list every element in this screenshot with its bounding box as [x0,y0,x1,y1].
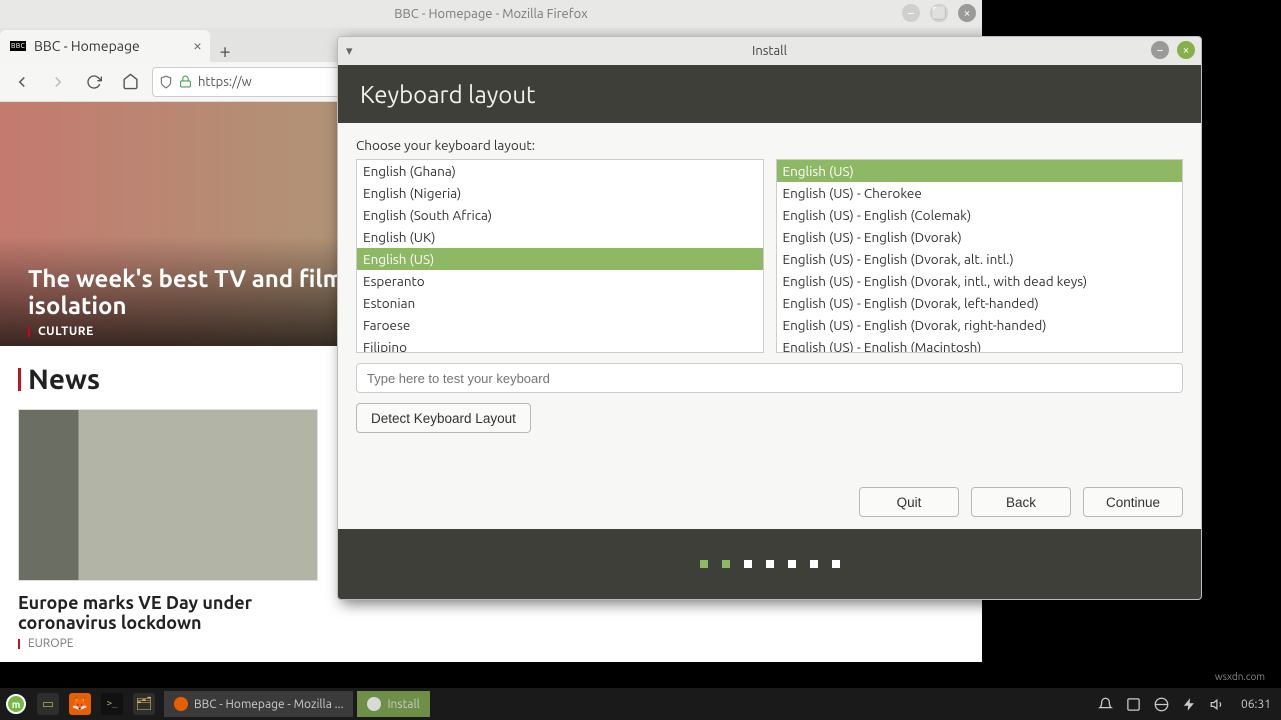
tab-title: BBC - Homepage [34,38,140,54]
notifications-icon[interactable] [1097,695,1115,713]
keyboard-variant-list[interactable]: English (US)English (US) - CherokeeEngli… [776,159,1184,353]
layout-option[interactable]: Filipino [357,336,763,353]
layout-option[interactable]: English (Ghana) [357,160,763,182]
install-minimize-button[interactable]: – [1151,41,1169,59]
variant-option[interactable]: English (US) - English (Macintosh) [777,336,1183,353]
volume-icon[interactable] [1209,695,1227,713]
layout-option[interactable]: English (Nigeria) [357,182,763,204]
install-progress-dots [338,529,1201,599]
task-install[interactable]: Install [357,691,429,717]
firefox-maximize-button[interactable]: ⬜ [930,4,948,22]
quit-button[interactable]: Quit [859,487,959,517]
news-card-category: EUROPE [18,637,964,650]
url-text: https://w [198,75,252,89]
new-tab-button[interactable]: + [210,39,240,62]
window-menu-icon[interactable]: ▾ [346,44,353,59]
layout-option[interactable]: Esperanto [357,270,763,292]
layout-option[interactable]: English (South Africa) [357,204,763,226]
files-launcher-icon[interactable]: 🗂 [128,688,160,720]
continue-button[interactable]: Continue [1083,487,1183,517]
network-icon[interactable] [1153,695,1171,713]
forward-button [44,68,72,96]
detect-keyboard-button[interactable]: Detect Keyboard Layout [356,403,531,433]
mint-menu-button[interactable] [0,688,32,720]
progress-dot [744,560,752,568]
keyboard-layout-list[interactable]: English (Ghana)English (Nigeria)English … [356,159,764,353]
back-button[interactable] [8,68,36,96]
back-button[interactable]: Back [971,487,1071,517]
variant-option[interactable]: English (US) - English (Colemak) [777,204,1183,226]
install-window: ▾ Install – × Keyboard layout Choose you… [337,36,1202,600]
lock-icon [179,75,192,88]
install-window-title: Install [752,44,787,58]
install-titlebar[interactable]: ▾ Install – × [338,37,1201,65]
browser-tab[interactable]: BBC BBC - Homepage × [0,30,210,62]
workspace-icon[interactable] [1125,695,1143,713]
home-button[interactable] [116,68,144,96]
firefox-minimize-button[interactable]: – [902,4,920,22]
variant-option[interactable]: English (US) [777,160,1183,182]
terminal-launcher-icon[interactable]: >_ [96,688,128,720]
firefox-launcher-icon[interactable]: 🦊 [64,688,96,720]
layout-option[interactable]: Faroese [357,314,763,336]
layout-option[interactable]: English (US) [357,248,763,270]
variant-option[interactable]: English (US) - English (Dvorak, alt. int… [777,248,1183,270]
progress-dot [700,560,708,568]
install-close-button[interactable]: × [1177,41,1195,59]
reload-button[interactable] [80,68,108,96]
installer-icon [367,697,381,711]
install-header: Keyboard layout [338,65,1201,123]
progress-dot [788,560,796,568]
variant-option[interactable]: English (US) - English (Dvorak, right-ha… [777,314,1183,336]
news-card-title: Europe marks VE Day under coronavirus lo… [18,593,318,633]
layout-option[interactable]: English (UK) [357,226,763,248]
clock[interactable]: 06:31 [1241,698,1271,711]
progress-dot [832,560,840,568]
layout-option[interactable]: Estonian [357,292,763,314]
firefox-icon [174,697,188,711]
firefox-close-button[interactable]: × [958,4,976,22]
watermark: wsxdn.com [1215,671,1265,682]
tracking-shield-icon[interactable] [159,75,173,89]
variant-option[interactable]: English (US) - English (Dvorak, intl., w… [777,270,1183,292]
show-desktop-icon[interactable]: ▭ [32,688,64,720]
taskbar: ▭ 🦊 >_ 🗂 BBC - Homepage - Mozilla ... In… [0,688,1281,720]
progress-dot [722,560,730,568]
task-firefox[interactable]: BBC - Homepage - Mozilla ... [164,691,353,717]
keyboard-prompt: Choose your keyboard layout: [356,137,1183,153]
tab-close-icon[interactable]: × [193,37,202,55]
firefox-window-title: BBC - Homepage - Mozilla Firefox [394,7,587,21]
variant-option[interactable]: English (US) - English (Dvorak) [777,226,1183,248]
variant-option[interactable]: English (US) - English (Dvorak, left-han… [777,292,1183,314]
firefox-titlebar[interactable]: BBC - Homepage - Mozilla Firefox – ⬜ × [0,0,982,28]
progress-dot [766,560,774,568]
progress-dot [810,560,818,568]
variant-option[interactable]: English (US) - Cherokee [777,182,1183,204]
favicon-icon: BBC [10,41,26,51]
keyboard-test-input[interactable] [356,363,1183,393]
power-icon[interactable] [1181,695,1199,713]
